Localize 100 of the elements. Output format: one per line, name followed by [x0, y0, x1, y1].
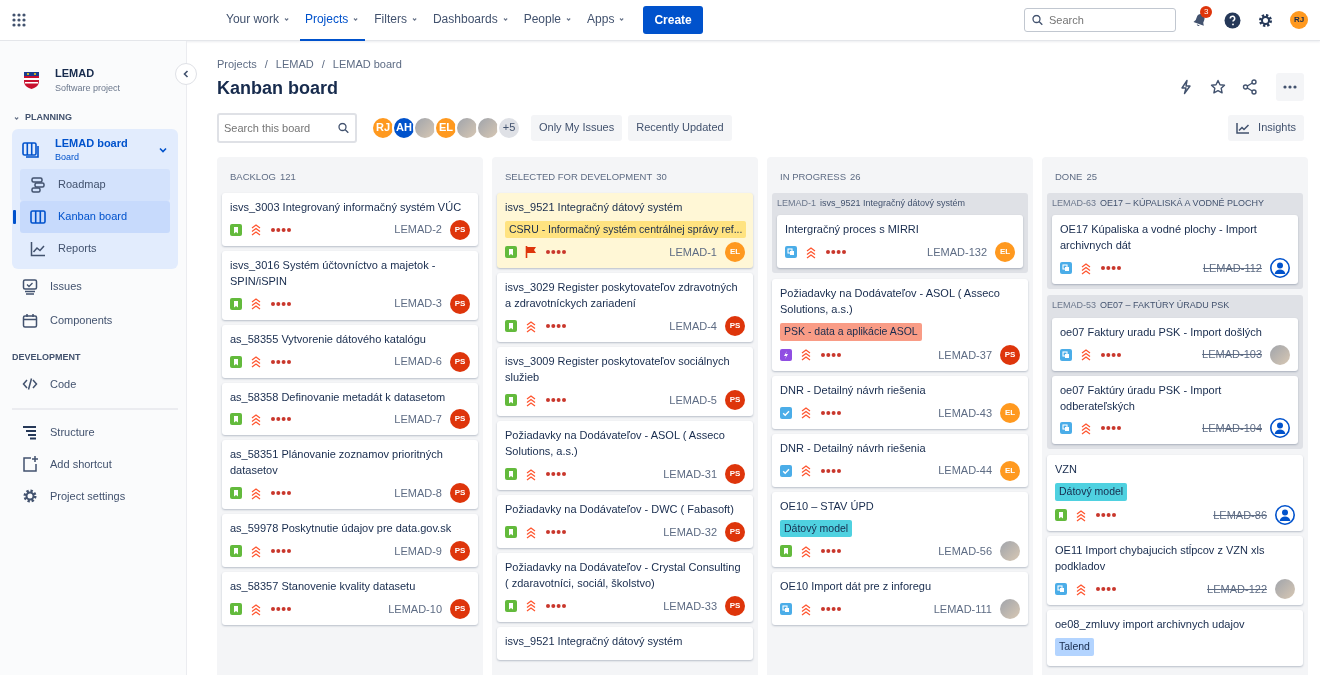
issue-key[interactable]: LEMAD-112	[1202, 259, 1262, 277]
issue-card[interactable]: Intergračný proces s MIRRI LEMAD-132 EL	[777, 215, 1023, 269]
issue-card[interactable]: as_58358 Definovanie metadát k datasetom LEMAD-7 PS	[222, 382, 478, 436]
issue-card[interactable]: isvs_3003 Integrovaný informačný systém VÚC LEMAD-2 PS	[222, 192, 478, 246]
issue-card[interactable]: isvs_9521 Integračný dátový systém CSRU - Informačný systém centrálnej správy ref... LEMAD-1 EL	[497, 192, 753, 269]
help-icon[interactable]	[1224, 11, 1241, 29]
issue-key[interactable]: LEMAD-103	[1202, 346, 1262, 363]
issue-key[interactable]: LEMAD-111	[933, 601, 992, 618]
issue-key[interactable]: LEMAD-9	[394, 543, 442, 560]
add-shortcut-icon	[22, 456, 38, 472]
issue-card[interactable]: oe08_zmluvy import archivnych udajov Talend	[1047, 610, 1303, 666]
sidebar-nav-item[interactable]: Code	[12, 368, 186, 400]
star-icon[interactable]	[1210, 78, 1226, 95]
issue-card[interactable]: DNR - Detailný návrh riešenia LEMAD-43 EL	[772, 375, 1028, 429]
issue-key[interactable]: LEMAD-5	[669, 391, 717, 409]
issue-key[interactable]: LEMAD-86	[1213, 506, 1267, 524]
parent-issue-key[interactable]: LEMAD-1	[777, 196, 816, 211]
issue-summary: isvs_9521 Integračný dátový systém	[505, 199, 684, 215]
issue-card[interactable]: VZN Dátový model LEMAD-86	[1047, 455, 1303, 532]
column-count: 30	[656, 169, 667, 184]
quick-filter-button[interactable]: Recently Updated	[628, 114, 732, 141]
nav-menu-tab[interactable]: Your work	[221, 0, 296, 41]
nav-menu-tab[interactable]: People	[518, 0, 579, 41]
issue-key[interactable]: LEMAD-32	[663, 523, 717, 541]
nav-menu-tab[interactable]: Apps	[582, 0, 632, 41]
issue-key[interactable]: LEMAD-2	[394, 221, 442, 238]
settings-icon[interactable]	[1257, 11, 1274, 29]
breadcrumb-link[interactable]: Projects	[217, 56, 257, 73]
issue-card[interactable]: as_58357 Stanovenie kvality datasetu LEMAD-10 PS	[222, 572, 478, 626]
issue-card[interactable]: Požiadavky na Dodávateľov - ASOL ( Asseco Solutions, a.s.) LEMAD-31 PS	[497, 421, 753, 491]
nav-menu-tab[interactable]: Dashboards	[427, 0, 515, 41]
issue-card[interactable]: isvs_3009 Register poskytovateľov sociálnych služieb LEMAD-5 PS	[497, 347, 753, 417]
breadcrumb-link[interactable]: LEMAD board	[332, 56, 402, 73]
notification-bell-icon[interactable]	[1192, 12, 1208, 28]
issue-card[interactable]: DNR - Detailný návrh riešenia LEMAD-44 EL	[772, 433, 1028, 487]
chevron-down-icon[interactable]	[158, 145, 168, 154]
board-name[interactable]: LEMAD board	[55, 134, 128, 151]
issue-key[interactable]: LEMAD-37	[938, 346, 992, 364]
issue-key[interactable]: LEMAD-8	[394, 485, 442, 502]
sidebar-nav-item[interactable]: Project settings	[12, 480, 186, 512]
issue-card[interactable]: Požiadavky na Dodávateľov - DWC ( Fabasoft) LEMAD-32 PS	[497, 495, 753, 548]
issue-key[interactable]: LEMAD-10	[388, 600, 442, 618]
parent-issue-key[interactable]: LEMAD-53	[1052, 299, 1096, 313]
issue-key[interactable]: LEMAD-132	[927, 243, 987, 261]
user-avatar: EL	[995, 242, 1015, 263]
issue-card[interactable]: OE11 Import chybajucich stĺpcov z VZN xls podkladov LEMAD-122	[1047, 536, 1303, 605]
highest-priority-icon	[250, 602, 262, 616]
collapse-sidebar-button[interactable]	[175, 63, 197, 85]
nav-menu-tab[interactable]: Filters	[369, 0, 424, 41]
search-field[interactable]: Search	[1024, 8, 1176, 32]
issue-key[interactable]: LEMAD-7	[394, 411, 442, 428]
board-search-field[interactable]: Search this board	[217, 112, 357, 143]
more-users-avatar[interactable]: +5	[497, 115, 521, 140]
sidebar-nav-item[interactable]: Components	[12, 304, 186, 337]
issue-key[interactable]: LEMAD-56	[938, 543, 992, 560]
issue-key[interactable]: LEMAD-31	[663, 465, 717, 483]
epic-icon	[780, 348, 792, 361]
issue-summary: oe07 Faktúry úradu PSK - Import odberateľských	[1060, 382, 1223, 414]
user-avatar[interactable]: RJ	[1290, 11, 1308, 29]
issue-key[interactable]: LEMAD-44	[938, 462, 992, 479]
insights-button[interactable]: Insights	[1228, 114, 1304, 141]
user-avatar: PS	[450, 541, 470, 562]
issue-key[interactable]: LEMAD-1	[669, 244, 717, 261]
highest-priority-icon	[525, 393, 537, 407]
issue-card[interactable]: as_59978 Poskytnutie údajov pre data.gov.sk LEMAD-9 PS	[222, 514, 478, 568]
issue-key[interactable]: LEMAD-122	[1207, 580, 1267, 598]
issue-card[interactable]: OE10 Import dát pre z inforegu LEMAD-111	[772, 572, 1028, 626]
breadcrumb-link[interactable]: LEMAD	[275, 56, 314, 73]
issue-key[interactable]: LEMAD-3	[394, 295, 442, 312]
issue-key[interactable]: LEMAD-6	[394, 353, 442, 370]
sidebar-nav-item[interactable]: Structure	[12, 416, 186, 448]
issue-card[interactable]: OE17 Kúpaliska a vodné plochy - Import archivnych dát LEMAD-112	[1052, 215, 1298, 285]
issue-key[interactable]: LEMAD-43	[938, 404, 992, 421]
sidebar-nav-item[interactable]: Add shortcut	[12, 448, 186, 480]
sidebar-nav-item[interactable]: Issues	[12, 270, 186, 303]
issue-card[interactable]: oe07 Faktury uradu PSK - Import došlých LEMAD-103	[1052, 317, 1298, 371]
issue-card[interactable]: as_58351 Plánovanie zoznamov prioritných datasetov LEMAD-8 PS	[222, 440, 478, 510]
story-icon	[230, 487, 242, 500]
sidebar-nav-item[interactable]: Reports	[20, 232, 170, 265]
issue-card[interactable]: isvs_3016 Systém účtovníctvo a majetok - SPIN/iSPIN LEMAD-3 PS	[222, 250, 478, 320]
nav-menu-tab[interactable]: Projects	[299, 0, 366, 41]
issue-key[interactable]: LEMAD-4	[669, 318, 717, 335]
issue-card[interactable]: Požiadavky na Dodávateľov - Crystal Consulting ( zdaravotníci, sociál, školstvo) LEMAD-33 PS	[497, 553, 753, 622]
issue-card[interactable]: isvs_3029 Register poskytovateľov zdravotných a zdravotníckych zariadení LEMAD-4 PS	[497, 273, 753, 343]
app-switcher-icon[interactable]	[12, 13, 26, 27]
issue-card[interactable]: isvs_9521 Integračný dátový systém	[497, 626, 753, 660]
create-button[interactable]: Create	[643, 6, 703, 34]
issue-key[interactable]: LEMAD-33	[663, 597, 717, 615]
sidebar-nav-item[interactable]: Roadmap	[20, 168, 170, 201]
issue-card[interactable]: as_58355 Vytvorenie dátového katalógu LEMAD-6 PS	[222, 324, 478, 378]
share-icon[interactable]	[1242, 78, 1258, 95]
story-icon	[230, 297, 242, 310]
user-avatar[interactable]: AH	[392, 115, 416, 140]
issue-card[interactable]: oe07 Faktúry úradu PSK - Import odberateľských LEMAD-104	[1052, 375, 1298, 445]
issue-key[interactable]: LEMAD-104	[1202, 420, 1262, 437]
story-icon	[505, 320, 517, 333]
quick-filter-button[interactable]: Only My Issues	[531, 114, 623, 141]
issue-card[interactable]: OE10 – STAV ÚPD Dátový model LEMAD-56	[772, 491, 1028, 568]
issue-card[interactable]: Požiadavky na Dodávateľov - ASOL ( Asseco Solutions, a.s.) PSK - data a aplikácie ASOL LEMAD-37 PS	[772, 279, 1028, 371]
parent-issue-key[interactable]: LEMAD-63	[1052, 196, 1096, 211]
